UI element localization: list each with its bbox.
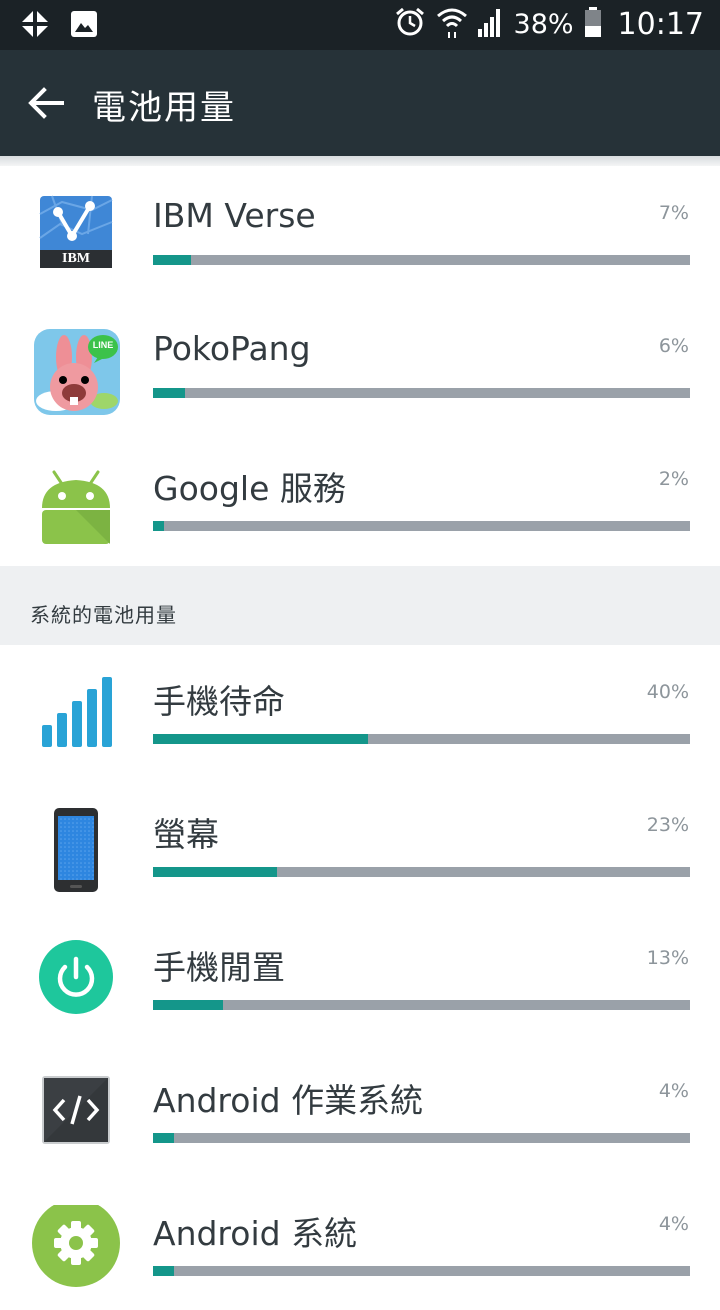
image-icon	[70, 10, 98, 42]
usage-bar	[153, 867, 690, 877]
phone-screen-icon	[32, 806, 120, 894]
battery-icon	[584, 7, 602, 41]
usage-bar-fill	[153, 521, 164, 531]
usage-percent: 23%	[646, 814, 689, 836]
usage-row-phone-standby[interactable]: 手機待命 40%	[0, 645, 720, 778]
page-title: 電池用量	[92, 88, 236, 128]
usage-bar	[153, 1133, 690, 1143]
pokopang-icon: LINE	[32, 327, 120, 415]
battery-percent: 38%	[513, 8, 574, 40]
android-icon	[32, 460, 120, 548]
usage-row-phone-idle[interactable]: 手機閒置 13%	[0, 911, 720, 1044]
usage-row-screen[interactable]: 螢幕 23%	[0, 778, 720, 911]
ibm-verse-icon: IBM	[32, 194, 120, 282]
usage-row-ibm-verse[interactable]: IBM IBM Verse 7%	[0, 166, 720, 299]
app-label: 手機待命	[153, 682, 285, 721]
pinwheel-icon	[20, 9, 50, 43]
wifi-icon	[436, 6, 468, 42]
usage-percent: 4%	[658, 1213, 689, 1235]
usage-bar-fill	[153, 255, 191, 265]
power-icon	[32, 939, 120, 1027]
app-label: Android 系統	[153, 1214, 358, 1253]
usage-bar-fill	[153, 1000, 223, 1010]
section-header-label: 系統的電池用量	[30, 603, 177, 627]
usage-bar	[153, 255, 690, 265]
app-label: IBM Verse	[153, 196, 316, 235]
section-header: 系統的電池用量	[0, 566, 720, 645]
ibm-logo-text: IBM	[62, 251, 90, 266]
usage-row-pokopang[interactable]: LINE PokoPang 6%	[0, 299, 720, 432]
app-bar: 電池用量	[0, 50, 720, 156]
app-label: PokoPang	[153, 329, 311, 368]
app-label: Android 作業系統	[153, 1081, 424, 1120]
status-bar: 38% 10:17	[0, 0, 720, 50]
usage-bar-fill	[153, 867, 277, 877]
usage-percent: 6%	[658, 335, 689, 357]
usage-bar	[153, 521, 690, 531]
usage-bar-fill	[153, 388, 186, 398]
signal-icon	[477, 7, 504, 41]
usage-bar	[153, 388, 690, 398]
arrow-back-icon[interactable]	[24, 81, 68, 125]
usage-bar-fill	[153, 1133, 175, 1143]
clock: 10:17	[617, 6, 704, 42]
usage-bar	[153, 1000, 690, 1010]
usage-percent: 4%	[658, 1080, 689, 1102]
line-logo-text: LINE	[92, 340, 114, 350]
usage-bar-fill	[153, 734, 368, 744]
usage-bar	[153, 734, 690, 744]
signal-bars-icon	[32, 673, 120, 761]
app-label: 手機閒置	[153, 948, 285, 987]
usage-percent: 7%	[658, 202, 689, 224]
app-label: 螢幕	[153, 815, 219, 854]
usage-row-android-os[interactable]: Android 作業系統 4%	[0, 1044, 720, 1177]
usage-bar	[153, 1266, 690, 1276]
usage-percent: 2%	[658, 468, 689, 490]
app-bar-shadow	[0, 156, 720, 166]
usage-row-google-services[interactable]: Google 服務 2%	[0, 432, 720, 565]
usage-row-android-system[interactable]: Android 系統 4%	[0, 1177, 720, 1310]
usage-percent: 40%	[646, 681, 689, 703]
code-icon	[32, 1072, 120, 1160]
usage-bar-fill	[153, 1266, 175, 1276]
alarm-icon	[394, 6, 426, 42]
usage-percent: 13%	[646, 947, 689, 969]
app-label: Google 服務	[153, 469, 346, 508]
